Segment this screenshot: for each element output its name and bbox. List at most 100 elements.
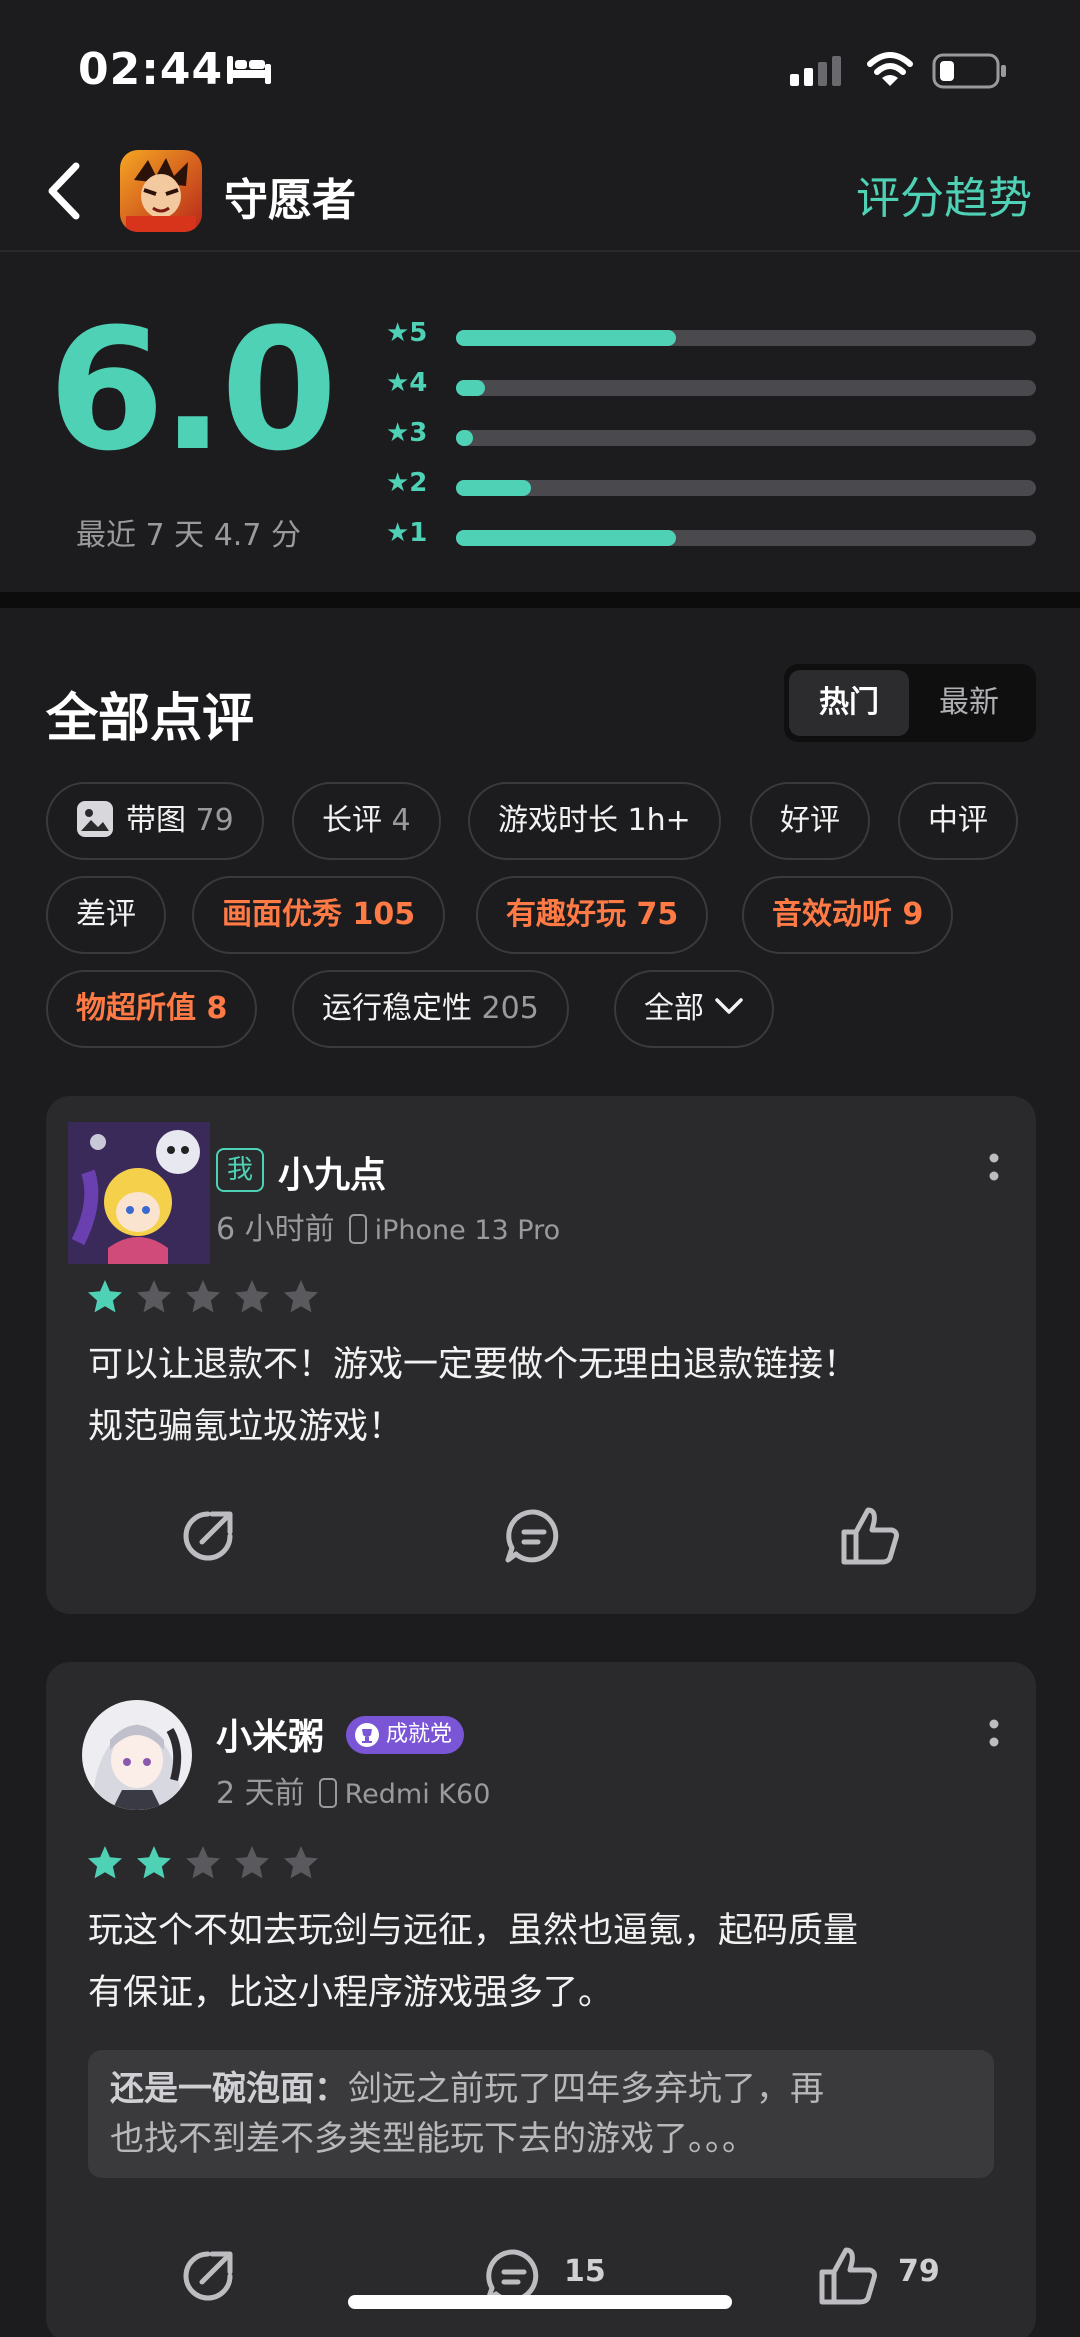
chip-label: 有趣好玩 xyxy=(506,897,626,932)
achievement-badge: 成就党 xyxy=(346,1716,465,1754)
comment-button[interactable] xyxy=(500,1502,570,1572)
section-divider xyxy=(0,592,1080,608)
reviews-section-title: 全部点评 xyxy=(46,689,255,749)
chip-label: 运行稳定性 xyxy=(322,991,472,1026)
sort-toggle: 热门 最新 xyxy=(784,664,1036,742)
star-filled-icon xyxy=(86,1278,124,1316)
overall-score: 6.0 xyxy=(48,292,338,488)
back-arrow-icon[interactable] xyxy=(42,160,86,222)
rating-bar-label: ★1 xyxy=(386,518,428,548)
star-empty-icon xyxy=(135,1278,173,1316)
rating-trend-link[interactable]: 评分趋势 xyxy=(856,162,1032,226)
rating-bar-fill xyxy=(456,430,474,446)
like-button[interactable] xyxy=(836,1502,906,1572)
phone-icon xyxy=(318,1778,337,1808)
filter-chip-playtime[interactable]: 游戏时长 1h+ xyxy=(468,782,721,860)
rating-bar-track xyxy=(456,480,1036,496)
sort-hot-button[interactable]: 热门 xyxy=(789,670,909,736)
rating-bar-fill xyxy=(456,530,677,546)
filter-chip-all[interactable]: 全部 xyxy=(614,970,774,1048)
star-rating xyxy=(86,1844,318,1884)
chip-label: 游戏时长 1h+ xyxy=(498,803,691,838)
rating-bar-track xyxy=(456,530,1036,546)
thumbs-up-icon xyxy=(819,2247,877,2305)
chip-label: 中评 xyxy=(928,803,988,838)
chip-count: 4 xyxy=(391,803,411,838)
review-meta: 6 小时前 iPhone 13 Pro xyxy=(216,1204,560,1248)
reviewer-name[interactable]: 小九点 xyxy=(278,1146,386,1198)
review-text: 玩这个不如去玩剑与远征，虽然也逼氪，起码质量 有保证，比这小程序游戏强多了。 xyxy=(88,1900,1028,2024)
me-badge: 我 xyxy=(216,1148,264,1192)
rating-bar-label: ★5 xyxy=(386,318,428,348)
chip-label: 物超所值 xyxy=(76,991,196,1026)
comment-icon xyxy=(505,1509,559,1563)
rating-bar-label: ★4 xyxy=(386,368,428,398)
image-icon xyxy=(77,801,113,837)
filter-chip-great-graphics[interactable]: 画面优秀 105 xyxy=(192,876,446,954)
reply-line: 也找不到差不多类型能玩下去的游戏了。。。 xyxy=(110,2119,756,2159)
rating-bar-track xyxy=(456,380,1036,396)
more-options-icon[interactable] xyxy=(988,1150,1000,1190)
rating-bar-label: ★3 xyxy=(386,418,428,448)
filter-chip-with-images[interactable]: 带图 79 xyxy=(46,782,264,860)
review-card: 小米粥 成就党 2 天前 Redmi K60 玩这个不如去玩剑与远征，虽然也逼氪，… xyxy=(46,1662,1036,2337)
review-time: 2 天前 xyxy=(216,1776,305,1811)
chip-count: 79 xyxy=(195,803,234,838)
chip-label: 画面优秀 xyxy=(222,897,342,932)
chip-label: 全部 xyxy=(644,991,704,1026)
sort-newest-button[interactable]: 最新 xyxy=(909,670,1029,736)
chip-label: 长评 xyxy=(322,803,382,838)
star-empty-icon xyxy=(282,1844,320,1882)
thumbs-up-icon xyxy=(841,1507,899,1565)
filter-chip-neutral[interactable]: 中评 xyxy=(898,782,1018,860)
chip-count: 75 xyxy=(636,897,679,932)
chip-label: 音效动听 xyxy=(772,897,892,932)
review-text-line: 可以让退款不！游戏一定要做个无理由退款链接！ xyxy=(88,1345,859,1385)
status-bar: 02:44 xyxy=(0,0,1080,130)
chip-count: 105 xyxy=(352,897,416,932)
chip-label: 带图 xyxy=(126,803,186,838)
avatar[interactable] xyxy=(68,1122,210,1264)
filter-chip-negative[interactable]: 差评 xyxy=(46,876,166,954)
rating-bar-track xyxy=(456,330,1036,346)
sleep-mode-icon xyxy=(227,56,271,84)
avatar[interactable] xyxy=(82,1700,192,1810)
rating-bar-row: ★2 xyxy=(386,468,1036,502)
review-time: 6 小时前 xyxy=(216,1212,335,1247)
like-button[interactable]: 79 xyxy=(814,2242,964,2312)
recent-7-days-score: 最近 7 天 4.7 分 xyxy=(76,518,301,553)
device-name: Redmi K60 xyxy=(344,1779,491,1810)
share-button[interactable] xyxy=(174,2242,244,2312)
filter-chip-positive[interactable]: 好评 xyxy=(750,782,870,860)
rating-bar-row: ★4 xyxy=(386,368,1036,402)
more-options-icon[interactable] xyxy=(988,1716,1000,1756)
rating-bar-fill xyxy=(456,330,677,346)
like-count: 79 xyxy=(898,2254,940,2289)
star-empty-icon xyxy=(282,1278,320,1316)
filter-chip-good-audio[interactable]: 音效动听 9 xyxy=(742,876,954,954)
filter-chip-long-review[interactable]: 长评 4 xyxy=(292,782,441,860)
review-text-line: 玩这个不如去玩剑与远征，虽然也逼氪，起码质量 xyxy=(88,1911,859,1951)
phone-icon xyxy=(348,1214,367,1244)
filter-chip-stability[interactable]: 运行稳定性 205 xyxy=(292,970,569,1048)
rating-bar-label: ★2 xyxy=(386,468,428,498)
share-icon xyxy=(183,2251,233,2301)
reviewer-name[interactable]: 小米粥 xyxy=(216,1708,324,1760)
game-logo[interactable] xyxy=(120,150,202,232)
filter-chip-value[interactable]: 物超所值 8 xyxy=(46,970,258,1048)
cellular-signal-icon xyxy=(790,56,841,86)
comment-count: 15 xyxy=(564,2254,606,2289)
status-time: 02:44 xyxy=(78,44,224,95)
filter-chip-fun[interactable]: 有趣好玩 75 xyxy=(476,876,709,954)
trophy-icon xyxy=(355,1723,379,1747)
reply-preview[interactable]: 还是一碗泡面：剑远之前玩了四年多弃坑了，再 也找不到差不多类型能玩下去的游戏了。… xyxy=(88,2050,994,2178)
top-navigation-bar: 守愿者 评分趋势 xyxy=(0,130,1080,252)
rating-summary: 6.0 最近 7 天 4.7 分 ★5 ★4 ★3 ★2 ★1 xyxy=(0,252,1080,592)
review-text-line: 有保证，比这小程序游戏强多了。 xyxy=(88,1973,614,2013)
game-title: 守愿者 xyxy=(224,175,356,226)
star-empty-icon xyxy=(184,1844,222,1882)
device-name: iPhone 13 Pro xyxy=(374,1215,561,1246)
rating-bar-track xyxy=(456,430,1036,446)
star-rating xyxy=(86,1278,318,1318)
share-button[interactable] xyxy=(174,1502,244,1572)
